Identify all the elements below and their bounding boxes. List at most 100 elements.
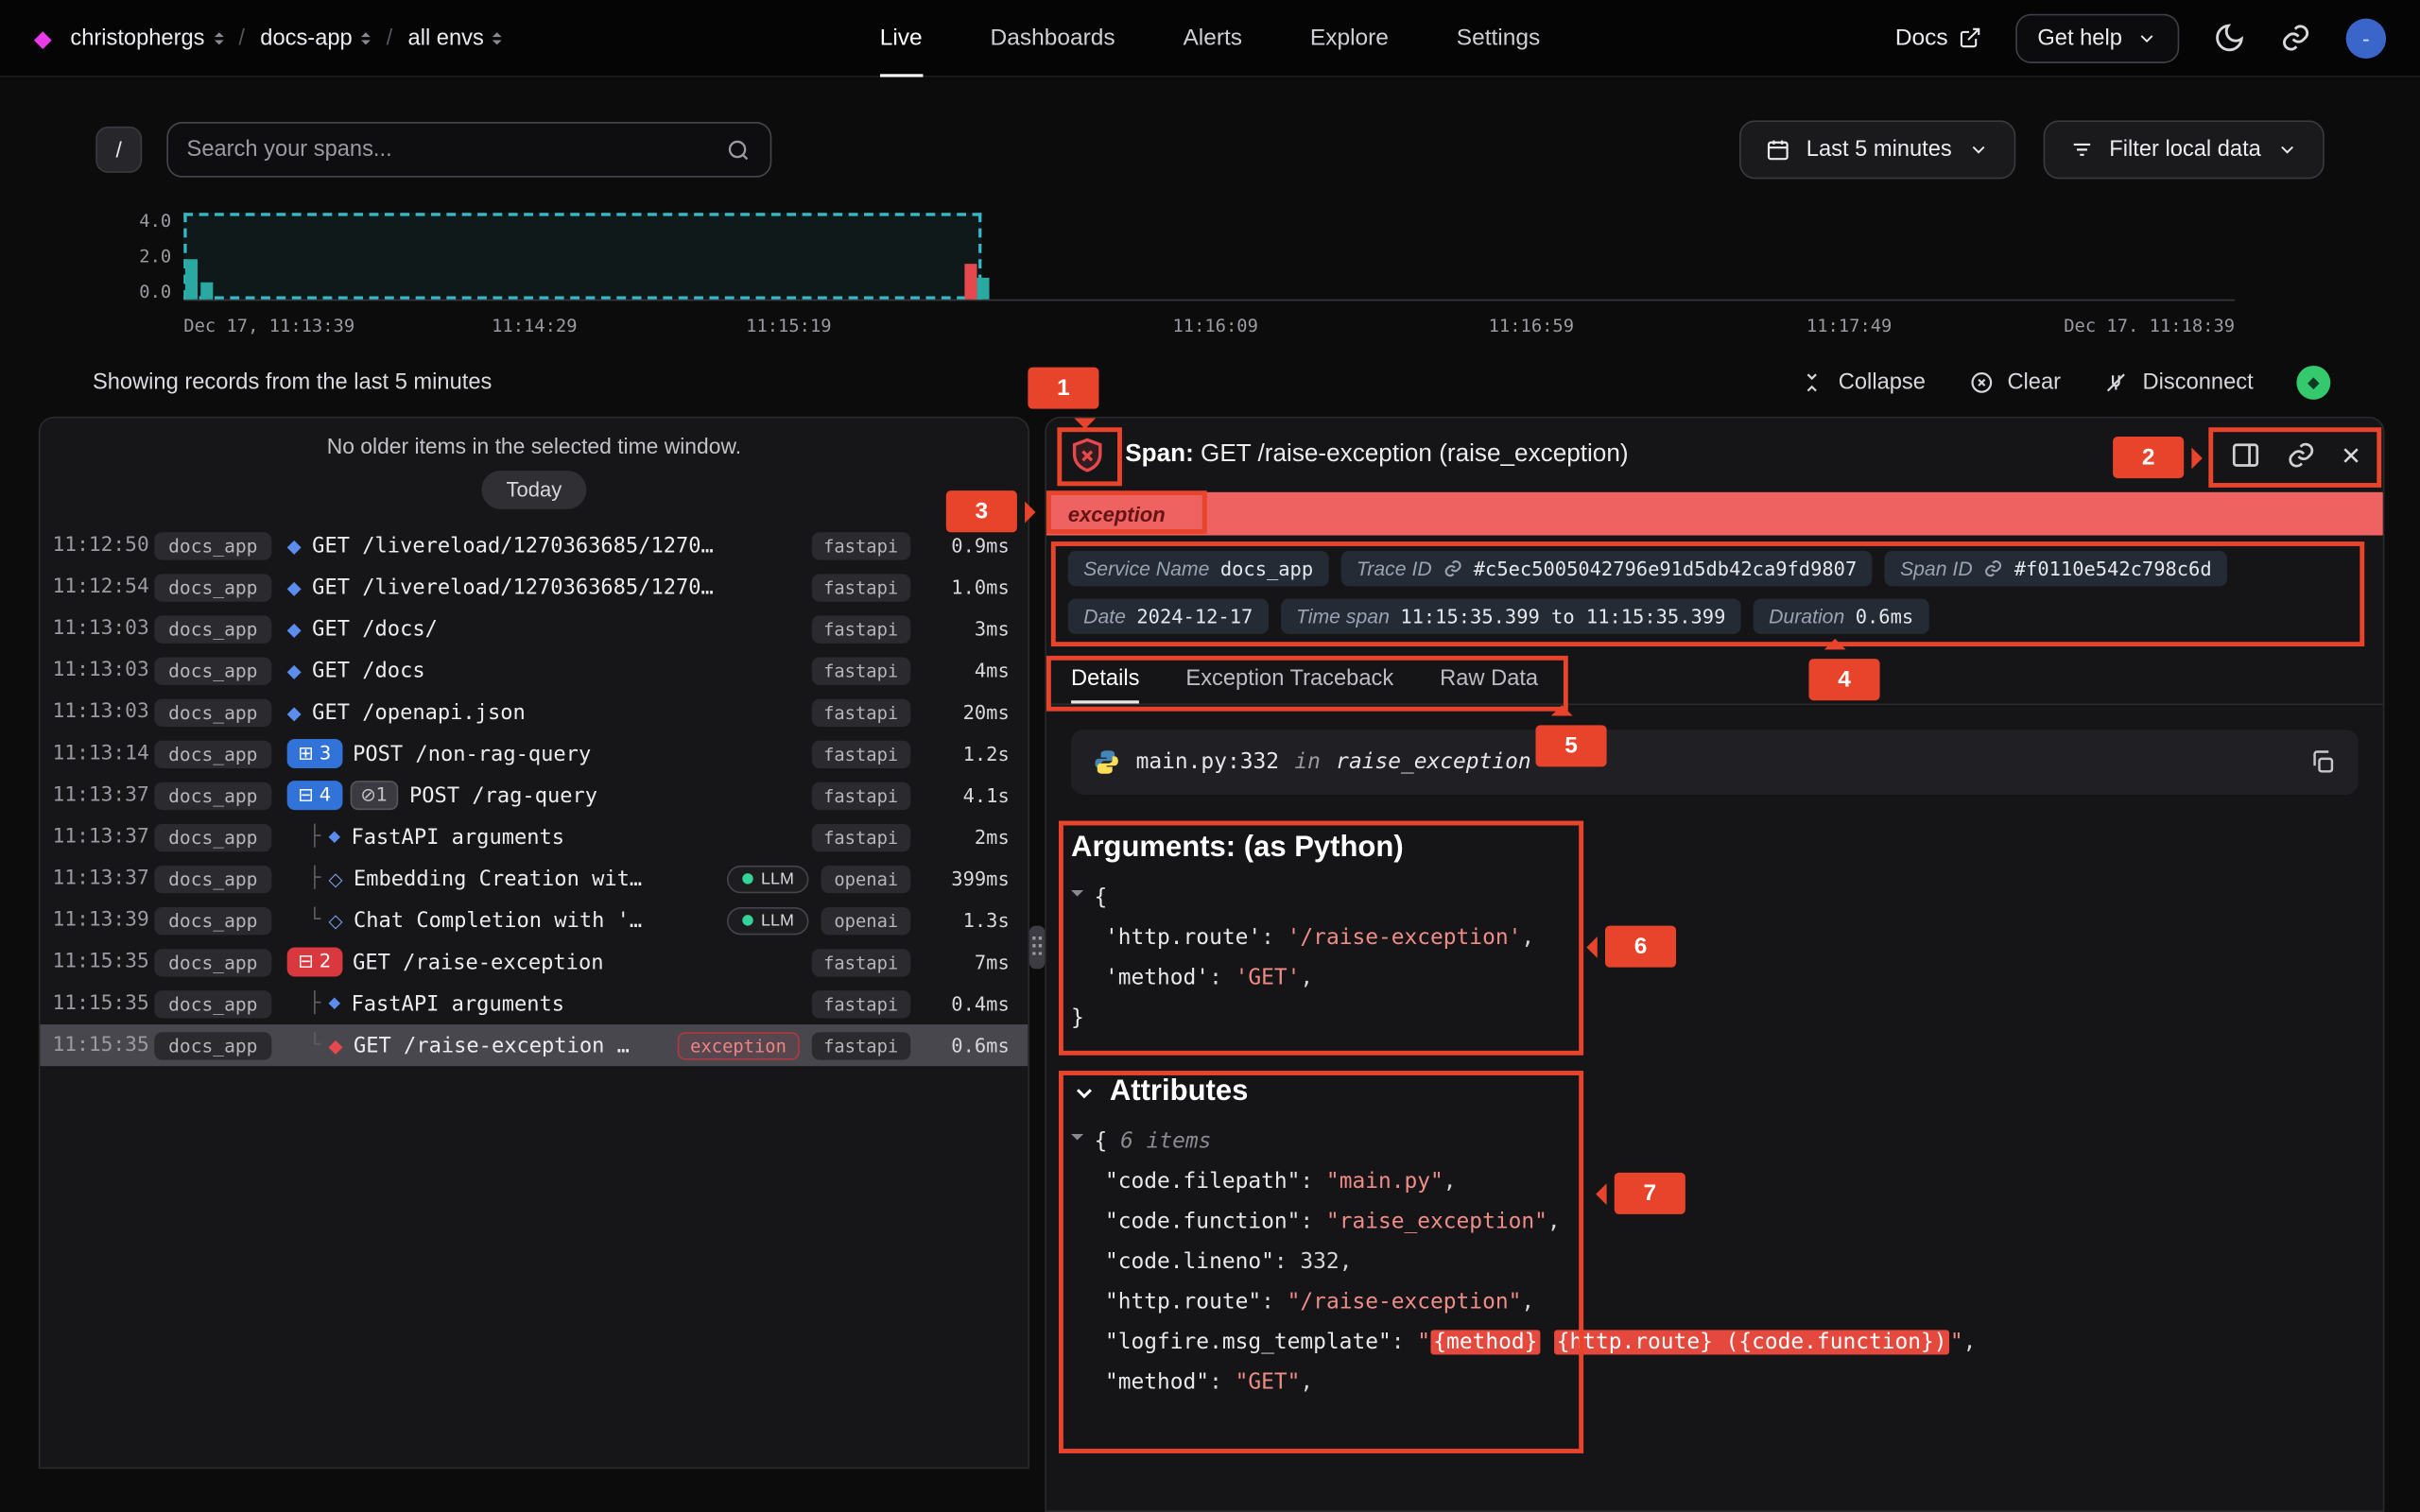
- panel-resize-handle[interactable]: [1029, 926, 1045, 970]
- docs-link[interactable]: Docs: [1895, 25, 1982, 51]
- span-duration: 1.0ms: [926, 576, 1010, 598]
- tab-alerts[interactable]: Alerts: [1183, 0, 1242, 77]
- tree-cell: ◆: [287, 662, 302, 680]
- sort-arrows-icon: [493, 31, 503, 43]
- chevron-down-icon: [2276, 139, 2298, 161]
- expand-caret-icon[interactable]: [1071, 1134, 1083, 1146]
- tab-dashboards[interactable]: Dashboards: [991, 0, 1115, 77]
- tab-exception-traceback[interactable]: Exception Traceback: [1185, 653, 1393, 704]
- meta-span-id[interactable]: Span ID#f0110e542c798c6d: [1885, 551, 2227, 587]
- close-icon[interactable]: ✕: [2341, 440, 2361, 470]
- showing-records-text: Showing records from the last 5 minutes: [93, 370, 492, 395]
- breadcrumb-separator: /: [387, 26, 393, 50]
- span-row[interactable]: 11:13:39docs_app└◇Chat Completion with '…: [40, 900, 1028, 941]
- span-time: 11:15:35: [53, 992, 155, 1015]
- span-name: GET /openapi.json: [312, 699, 799, 724]
- code-line: "http.route": "/raise-exception",: [1071, 1282, 2359, 1322]
- span-duration: 399ms: [926, 868, 1010, 890]
- scope-tag: fastapi: [811, 782, 910, 809]
- hidden-count-badge[interactable]: ⊘1: [350, 781, 399, 810]
- llm-badge: LLM: [727, 906, 809, 934]
- child-count-badge[interactable]: ⊟ 4: [287, 781, 342, 810]
- detail-tabs: Details Exception Traceback Raw Data: [1046, 653, 2383, 706]
- arguments-block: {'http.route': '/raise-exception','metho…: [1071, 878, 2359, 1039]
- span-time: 11:15:35: [53, 1034, 155, 1057]
- tab-raw-data[interactable]: Raw Data: [1440, 653, 1538, 704]
- chart-xtick: 11:16:09: [1172, 315, 1257, 336]
- scope-tag: fastapi: [811, 698, 910, 726]
- span-row[interactable]: 11:13:37docs_app├◇Embedding Creation wit…: [40, 858, 1028, 900]
- search-input[interactable]: [187, 137, 714, 162]
- span-time: 11:13:03: [53, 700, 155, 723]
- span-row[interactable]: 11:13:37docs_app├◆FastAPI argumentsfasta…: [40, 816, 1028, 858]
- scope-tag: fastapi: [811, 531, 910, 558]
- span-kind-icon: ◆: [287, 662, 302, 680]
- meta-trace-id[interactable]: Trace ID#c5ec5005042796e91d5db42ca9fd980…: [1341, 551, 1873, 587]
- clear-button[interactable]: Clear: [1969, 370, 2061, 395]
- tab-explore[interactable]: Explore: [1310, 0, 1389, 77]
- today-pill[interactable]: Today: [481, 471, 586, 509]
- chevron-down-icon[interactable]: [1071, 1079, 1098, 1106]
- scope-tag: fastapi: [811, 740, 910, 767]
- external-link-icon: [1959, 26, 1981, 49]
- sort-arrows-icon: [214, 31, 223, 43]
- main-nav: Live Dashboards Alerts Explore Settings: [880, 0, 1540, 77]
- span-detail-header: Span: GET /raise-exception (raise_except…: [1046, 418, 2383, 491]
- chart-xlabels: Dec 17, 11:13:3911:14:2911:15:1911:16:09…: [183, 315, 2235, 339]
- dark-mode-toggle[interactable]: [2213, 22, 2245, 54]
- span-name: FastAPI arguments: [351, 825, 798, 850]
- time-range-button[interactable]: Last 5 minutes: [1740, 120, 2015, 179]
- chart-selection[interactable]: [183, 213, 981, 299]
- avatar[interactable]: -: [2346, 18, 2386, 58]
- service-tag: docs_app: [154, 615, 271, 643]
- service-tag: docs_app: [154, 906, 271, 934]
- chart-ytick: 0.0: [139, 281, 171, 302]
- span-row[interactable]: 11:13:03docs_app◆GET /openapi.jsonfastap…: [40, 691, 1028, 732]
- expand-caret-icon[interactable]: [1071, 890, 1083, 902]
- code-location-card: main.py:332 in raise_exception: [1071, 730, 2359, 795]
- child-count-badge[interactable]: ⊟ 2: [287, 947, 342, 976]
- span-kind-icon: ◆: [328, 996, 340, 1011]
- disconnect-button[interactable]: Disconnect: [2104, 370, 2254, 395]
- service-tag: docs_app: [154, 698, 271, 726]
- tab-details[interactable]: Details: [1071, 653, 1139, 704]
- search-box[interactable]: [166, 122, 771, 178]
- collapse-button[interactable]: Collapse: [1800, 370, 1926, 395]
- span-row[interactable]: 11:15:35docs_app└◆GET /raise-exception ……: [40, 1024, 1028, 1066]
- span-duration: 0.9ms: [926, 534, 1010, 557]
- environment-selector[interactable]: all envs: [408, 26, 503, 50]
- link-icon: [1443, 558, 1462, 578]
- org-selector[interactable]: christophergs: [70, 26, 223, 50]
- span-kind-icon: ◇: [328, 911, 342, 930]
- chart-xtick: 11:14:29: [492, 315, 577, 336]
- span-row[interactable]: 11:15:35docs_app├◆FastAPI argumentsfasta…: [40, 983, 1028, 1024]
- span-row[interactable]: 11:12:54docs_app◆GET /livereload/1270363…: [40, 566, 1028, 608]
- copy-icon[interactable]: [2308, 748, 2336, 776]
- green-dot-icon: [742, 915, 752, 925]
- span-row[interactable]: 11:13:37docs_app⊟ 4⊘1POST /rag-queryfast…: [40, 775, 1028, 816]
- tab-live[interactable]: Live: [880, 0, 923, 77]
- dock-panel-icon[interactable]: [2230, 439, 2261, 471]
- span-detail-panel: Span: GET /raise-exception (raise_except…: [1045, 417, 2384, 1512]
- span-name: FastAPI arguments: [351, 991, 798, 1016]
- span-name: GET /raise-exception: [353, 950, 799, 974]
- copy-link-icon[interactable]: [2285, 439, 2316, 471]
- share-link-icon[interactable]: [2279, 22, 2311, 54]
- span-row[interactable]: 11:13:14docs_app⊞ 3POST /non-rag-queryfa…: [40, 733, 1028, 775]
- service-tag: docs_app: [154, 823, 271, 850]
- sort-arrows-icon: [361, 31, 371, 43]
- tab-settings[interactable]: Settings: [1457, 0, 1540, 77]
- span-name: GET /docs/: [312, 616, 799, 641]
- child-count-badge[interactable]: ⊞ 3: [287, 739, 342, 768]
- span-duration: 1.2s: [926, 742, 1010, 765]
- span-row[interactable]: 11:13:03docs_app◆GET /docsfastapi4ms: [40, 649, 1028, 691]
- get-help-button[interactable]: Get help: [2016, 13, 2180, 62]
- span-row[interactable]: 11:13:03docs_app◆GET /docs/fastapi3ms: [40, 608, 1028, 649]
- filter-local-data-button[interactable]: Filter local data: [2043, 120, 2325, 179]
- span-row[interactable]: 11:12:50docs_app◆GET /livereload/1270363…: [40, 524, 1028, 566]
- project-selector[interactable]: docs-app: [260, 26, 371, 50]
- live-connection-indicator[interactable]: ◆: [2296, 366, 2330, 400]
- span-row[interactable]: 11:15:35docs_app⊟ 2GET /raise-exceptionf…: [40, 941, 1028, 983]
- logfire-logo-icon[interactable]: ◆: [34, 24, 52, 51]
- chart-plot[interactable]: [183, 219, 2235, 301]
